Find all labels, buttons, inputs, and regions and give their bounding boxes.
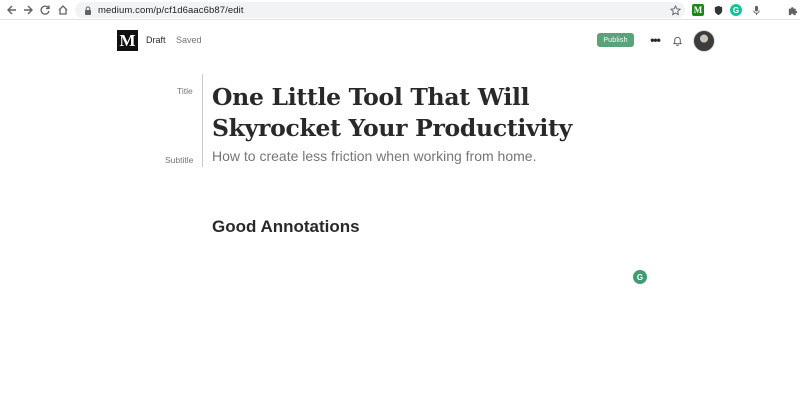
address-bar[interactable]: medium.com/p/cf1d6aac6b87/edit — [75, 2, 685, 18]
forward-arrow-icon[interactable] — [20, 2, 36, 18]
bell-icon[interactable] — [670, 33, 684, 47]
reload-icon[interactable] — [37, 2, 53, 18]
subtitle-label: Subtitle — [165, 155, 194, 165]
puzzle-extensions-icon[interactable] — [786, 4, 798, 16]
more-options-icon[interactable]: ••• — [648, 33, 662, 47]
draft-status: Draft — [146, 35, 166, 45]
avatar[interactable] — [693, 30, 715, 52]
publish-button[interactable]: Publish — [597, 33, 634, 47]
lock-icon[interactable] — [84, 6, 92, 15]
medium-extension-icon[interactable]: M — [692, 4, 704, 16]
section-heading[interactable]: Good Annotations — [212, 217, 360, 237]
title-label: Title — [177, 86, 193, 96]
medium-logo[interactable]: M — [117, 30, 138, 51]
browser-toolbar: medium.com/p/cf1d6aac6b87/edit M G — [0, 0, 800, 20]
microphone-icon[interactable] — [750, 4, 762, 16]
home-icon[interactable] — [55, 2, 71, 18]
star-icon[interactable] — [668, 2, 682, 18]
save-status: Saved — [176, 35, 202, 45]
back-arrow-icon[interactable] — [4, 2, 20, 18]
shield-extension-icon[interactable] — [712, 4, 724, 16]
grammarly-extension-icon[interactable]: G — [730, 4, 742, 16]
grammarly-badge-icon[interactable]: G — [633, 270, 647, 284]
url-text: medium.com/p/cf1d6aac6b87/edit — [98, 4, 244, 16]
story-subtitle[interactable]: How to create less friction when working… — [212, 148, 632, 164]
story-title[interactable]: One Little Tool That Will Skyrocket Your… — [212, 82, 632, 144]
editor-margin-divider — [202, 74, 203, 167]
